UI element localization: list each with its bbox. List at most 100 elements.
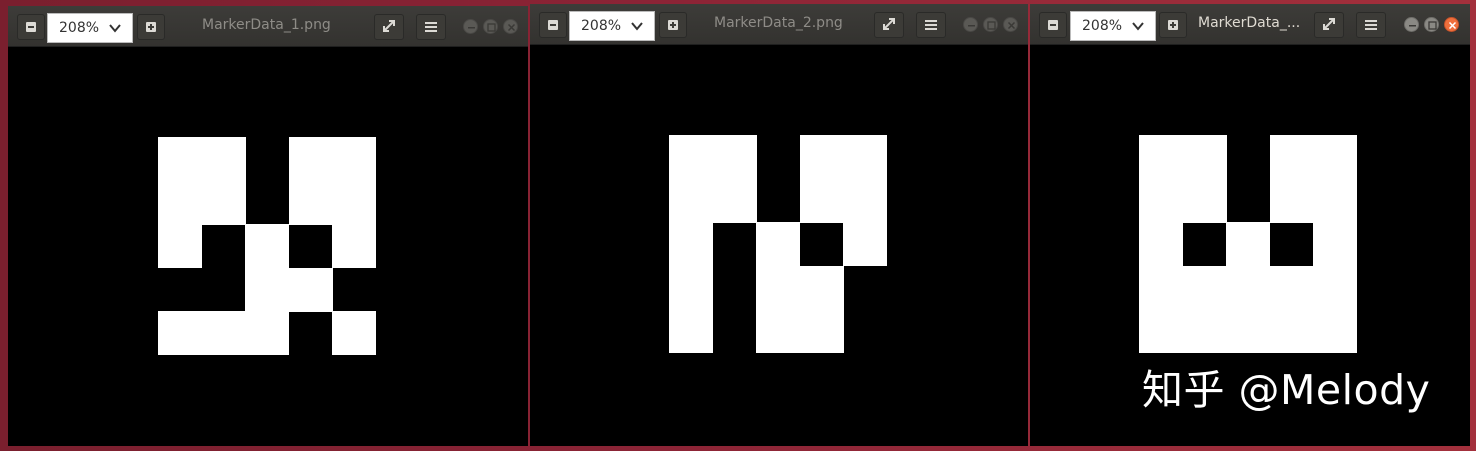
marker-cell: [1182, 265, 1227, 310]
marker-cell: [158, 311, 203, 356]
marker-cell: [799, 309, 844, 354]
image-canvas[interactable]: [530, 45, 1028, 446]
minimize-button[interactable]: [963, 17, 978, 32]
zoom-in-button[interactable]: [137, 14, 165, 40]
plus-icon: [668, 20, 678, 30]
minimize-icon: [468, 27, 475, 29]
marker-cell: [712, 178, 757, 223]
marker-cell: [332, 224, 377, 269]
marker-cell: [245, 311, 290, 356]
zoom-select[interactable]: 208%: [569, 11, 655, 41]
marker-cell: [158, 137, 203, 182]
watermark-text: 知乎 @Melody: [1142, 366, 1431, 414]
aruco-marker-2: [669, 135, 888, 354]
maximize-icon: [487, 23, 496, 32]
plus-icon: [146, 22, 156, 32]
marker-cell: [1269, 309, 1314, 354]
marker-cell: [799, 135, 844, 180]
fullscreen-icon: [883, 18, 895, 30]
zoom-out-button[interactable]: [539, 12, 567, 38]
minimize-icon: [968, 25, 975, 27]
menu-button[interactable]: [1356, 12, 1386, 38]
fullscreen-button[interactable]: [374, 14, 404, 40]
marker-cell: [1269, 178, 1314, 223]
maximize-icon: [1428, 21, 1437, 30]
marker-cell: [756, 309, 801, 354]
close-icon: [507, 23, 516, 32]
marker-cell: [288, 137, 333, 182]
marker-cell: [669, 309, 714, 354]
marker-cell: [201, 180, 246, 225]
zoom-out-button[interactable]: [17, 14, 45, 40]
plus-icon: [1168, 20, 1178, 30]
minimize-button[interactable]: [463, 19, 478, 34]
fullscreen-icon: [383, 20, 395, 32]
marker-cell: [1139, 265, 1184, 310]
menu-button[interactable]: [916, 12, 946, 38]
minus-icon: [1048, 20, 1058, 30]
hamburger-menu-icon: [1365, 20, 1377, 30]
fullscreen-icon: [1323, 18, 1335, 30]
marker-cell: [843, 135, 888, 180]
marker-cell: [288, 180, 333, 225]
menu-button[interactable]: [416, 14, 446, 40]
marker-cell: [799, 265, 844, 310]
maximize-button[interactable]: [983, 17, 998, 32]
fullscreen-button[interactable]: [874, 12, 904, 38]
close-button[interactable]: [1003, 17, 1018, 32]
marker-cell: [158, 180, 203, 225]
window-title: MarkerData_1.png: [202, 17, 331, 33]
zoom-value: 208%: [581, 18, 622, 34]
window-title: MarkerData_2.png: [714, 15, 843, 31]
marker-cell: [1313, 265, 1358, 310]
close-button[interactable]: [503, 19, 518, 34]
marker-cell: [843, 178, 888, 223]
chevron-down-icon: [109, 24, 121, 33]
zoom-value: 208%: [1082, 18, 1123, 34]
zoom-in-button[interactable]: [659, 12, 687, 38]
marker-cell: [1313, 178, 1358, 223]
minimize-icon: [1409, 25, 1416, 27]
chevron-down-icon: [631, 22, 643, 31]
image-viewer-window-1: 208% MarkerData_1.png: [8, 6, 528, 446]
marker-cell: [1226, 309, 1271, 354]
marker-cell: [843, 222, 888, 267]
close-button[interactable]: [1444, 17, 1459, 32]
marker-cell: [158, 224, 203, 269]
maximize-button[interactable]: [1424, 17, 1439, 32]
fullscreen-button[interactable]: [1314, 12, 1344, 38]
minimize-button[interactable]: [1404, 17, 1419, 32]
marker-cell: [1182, 135, 1227, 180]
zoom-select[interactable]: 208%: [47, 13, 133, 43]
close-icon: [1007, 21, 1016, 30]
marker-cell: [201, 137, 246, 182]
marker-cell: [799, 178, 844, 223]
marker-cell: [288, 267, 333, 312]
marker-cell: [245, 267, 290, 312]
marker-cell: [332, 311, 377, 356]
zoom-in-button[interactable]: [1159, 12, 1187, 38]
maximize-button[interactable]: [483, 19, 498, 34]
chevron-down-icon: [1132, 22, 1144, 31]
maximize-icon: [987, 21, 996, 30]
zoom-select[interactable]: 208%: [1070, 11, 1156, 41]
marker-cell: [1139, 309, 1184, 354]
marker-cell: [756, 265, 801, 310]
titlebar[interactable]: 208% MarkerData_1.png: [8, 6, 528, 47]
window-title: MarkerData_...: [1198, 15, 1301, 31]
image-viewer-window-2: 208% MarkerData_2.png: [530, 4, 1028, 446]
titlebar[interactable]: 208% MarkerData_...: [1030, 4, 1470, 45]
marker-cell: [1313, 222, 1358, 267]
marker-cell: [1139, 178, 1184, 223]
image-canvas[interactable]: [8, 47, 528, 446]
zoom-out-button[interactable]: [1039, 12, 1067, 38]
marker-cell: [1182, 309, 1227, 354]
titlebar[interactable]: 208% MarkerData_2.png: [530, 4, 1028, 45]
close-icon: [1448, 21, 1457, 30]
marker-cell: [332, 180, 377, 225]
aruco-marker-1: [158, 137, 377, 356]
hamburger-menu-icon: [925, 20, 937, 30]
marker-cell: [756, 222, 801, 267]
marker-cell: [669, 178, 714, 223]
marker-cell: [1226, 265, 1271, 310]
